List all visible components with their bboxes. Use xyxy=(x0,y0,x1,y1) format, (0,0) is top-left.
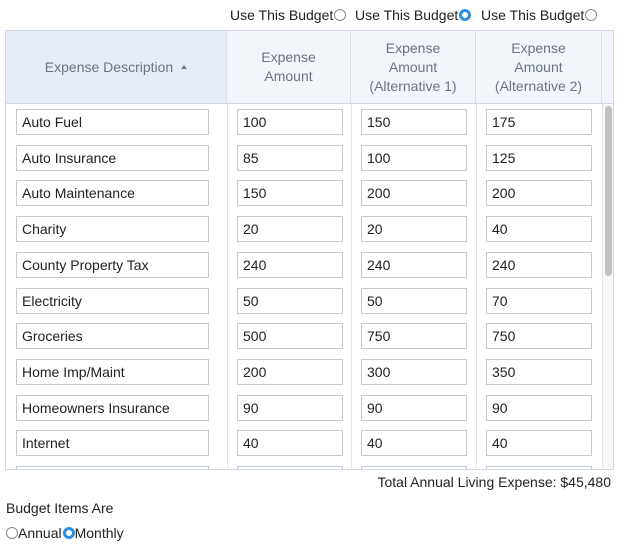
expense-description-input[interactable]: County Property Tax xyxy=(16,251,209,278)
grid-header: Expense Description Expense Amount Expen… xyxy=(6,31,613,104)
expense-amount-input[interactable]: 100 xyxy=(237,109,343,135)
table-row: Internet 40 40 40 xyxy=(6,425,602,461)
expense-description-input[interactable]: Home Imp/Maint xyxy=(16,358,209,385)
expense-description-input[interactable]: Auto Maintenance xyxy=(16,180,209,207)
use-budget-option-3[interactable]: Use This Budget xyxy=(481,4,598,26)
table-row xyxy=(6,461,602,469)
monthly-radio[interactable] xyxy=(62,527,75,539)
use-budget-label-2: Use This Budget xyxy=(355,7,459,23)
expense-alt1-input[interactable]: 240 xyxy=(361,251,467,278)
expense-description-input[interactable]: Electricity xyxy=(16,287,209,314)
expense-alt2-input[interactable]: 240 xyxy=(486,251,592,278)
expense-alt1-input[interactable] xyxy=(361,466,467,469)
table-row: Auto Fuel 100 150 175 xyxy=(6,104,602,140)
table-row: Home Imp/Maint 200 300 350 xyxy=(6,354,602,390)
budget-period-selector: Annual Monthly xyxy=(6,523,124,543)
expense-alt1-input[interactable]: 100 xyxy=(361,144,467,171)
expense-amount-input[interactable]: 500 xyxy=(237,323,343,350)
expense-amount-input[interactable]: 40 xyxy=(237,430,343,457)
budget-selector-row: Use This Budget Use This Budget Use This… xyxy=(0,4,624,26)
budget-items-label: Budget Items Are xyxy=(6,500,114,516)
expense-alt2-input[interactable]: 175 xyxy=(486,109,592,135)
monthly-label[interactable]: Monthly xyxy=(75,525,124,541)
column-header-alt1-label: Expense Amount (Alternative 1) xyxy=(369,39,457,94)
table-row: Auto Maintenance 150 200 200 xyxy=(6,175,602,211)
vertical-scrollbar[interactable] xyxy=(602,104,613,469)
expense-alt1-input[interactable]: 750 xyxy=(361,323,467,350)
expense-alt2-input[interactable]: 125 xyxy=(486,144,592,171)
expense-amount-input[interactable]: 50 xyxy=(237,287,343,314)
total-label: Total Annual Living Expense: xyxy=(377,474,557,490)
total-value: $45,480 xyxy=(560,474,611,490)
expense-description-input[interactable] xyxy=(16,466,209,469)
total-annual-expense: Total Annual Living Expense: $45,480 xyxy=(0,474,611,490)
expense-amount-input[interactable]: 240 xyxy=(237,251,343,278)
expense-grid: Expense Description Expense Amount Expen… xyxy=(5,30,614,470)
use-budget-radio-1[interactable] xyxy=(334,9,347,21)
sort-ascending-icon xyxy=(181,65,188,69)
use-budget-label-3: Use This Budget xyxy=(481,7,585,23)
expense-alt1-input[interactable]: 90 xyxy=(361,394,467,421)
expense-description-input[interactable]: Internet xyxy=(16,430,209,457)
expense-description-input[interactable]: Charity xyxy=(16,216,209,243)
use-budget-radio-3[interactable] xyxy=(585,9,598,21)
expense-alt1-input[interactable]: 20 xyxy=(361,216,467,243)
use-budget-label-1: Use This Budget xyxy=(230,7,334,23)
scrollbar-thumb[interactable] xyxy=(605,106,612,276)
expense-alt2-input[interactable]: 750 xyxy=(486,323,592,350)
column-header-description[interactable]: Expense Description xyxy=(6,31,227,103)
table-row: Auto Insurance 85 100 125 xyxy=(6,140,602,176)
expense-description-input[interactable]: Auto Insurance xyxy=(16,144,209,171)
expense-amount-input[interactable]: 85 xyxy=(237,144,343,171)
expense-alt1-input[interactable]: 40 xyxy=(361,430,467,457)
column-header-amount-label: Expense Amount xyxy=(261,49,316,84)
expense-description-input[interactable]: Auto Fuel xyxy=(16,109,209,135)
expense-amount-input[interactable]: 20 xyxy=(237,216,343,243)
use-budget-radio-2[interactable] xyxy=(459,9,472,21)
expense-description-input[interactable]: Groceries xyxy=(16,323,209,350)
expense-alt1-input[interactable]: 200 xyxy=(361,180,467,207)
column-header-alt1[interactable]: Expense Amount (Alternative 1) xyxy=(351,31,476,103)
expense-amount-input[interactable]: 200 xyxy=(237,358,343,385)
column-header-amount[interactable]: Expense Amount xyxy=(227,31,351,103)
expense-alt2-input[interactable] xyxy=(486,466,592,469)
expense-amount-input[interactable]: 150 xyxy=(237,180,343,207)
column-header-description-label: Expense Description xyxy=(44,58,174,75)
annual-label[interactable]: Annual xyxy=(18,525,62,541)
expense-alt2-input[interactable]: 90 xyxy=(486,394,592,421)
table-row: Homeowners Insurance 90 90 90 xyxy=(6,390,602,426)
expense-alt2-input[interactable]: 350 xyxy=(486,358,592,385)
expense-amount-input[interactable]: 90 xyxy=(237,394,343,421)
table-row: Electricity 50 50 70 xyxy=(6,283,602,319)
expense-alt2-input[interactable]: 70 xyxy=(486,287,592,314)
expense-amount-input[interactable] xyxy=(237,466,343,469)
use-budget-option-2[interactable]: Use This Budget xyxy=(355,4,472,26)
annual-radio[interactable] xyxy=(6,527,18,539)
table-row: County Property Tax 240 240 240 xyxy=(6,247,602,283)
expense-alt1-input[interactable]: 150 xyxy=(361,109,467,135)
grid-body: Auto Fuel 100 150 175 Auto Insurance 85 100 125… xyxy=(6,104,613,469)
expense-alt1-input[interactable]: 50 xyxy=(361,287,467,314)
expense-description-input[interactable]: Homeowners Insurance xyxy=(16,394,209,421)
use-budget-option-1[interactable]: Use This Budget xyxy=(230,4,347,26)
expense-alt2-input[interactable]: 200 xyxy=(486,180,592,207)
expense-alt1-input[interactable]: 300 xyxy=(361,358,467,385)
expense-alt2-input[interactable]: 40 xyxy=(486,216,592,243)
table-row: Groceries 500 750 750 xyxy=(6,318,602,354)
table-row: Charity 20 20 40 xyxy=(6,211,602,247)
column-header-alt2[interactable]: Expense Amount (Alternative 2) xyxy=(476,31,602,103)
expense-alt2-input[interactable]: 40 xyxy=(486,430,592,457)
column-header-alt2-label: Expense Amount (Alternative 2) xyxy=(494,39,583,94)
